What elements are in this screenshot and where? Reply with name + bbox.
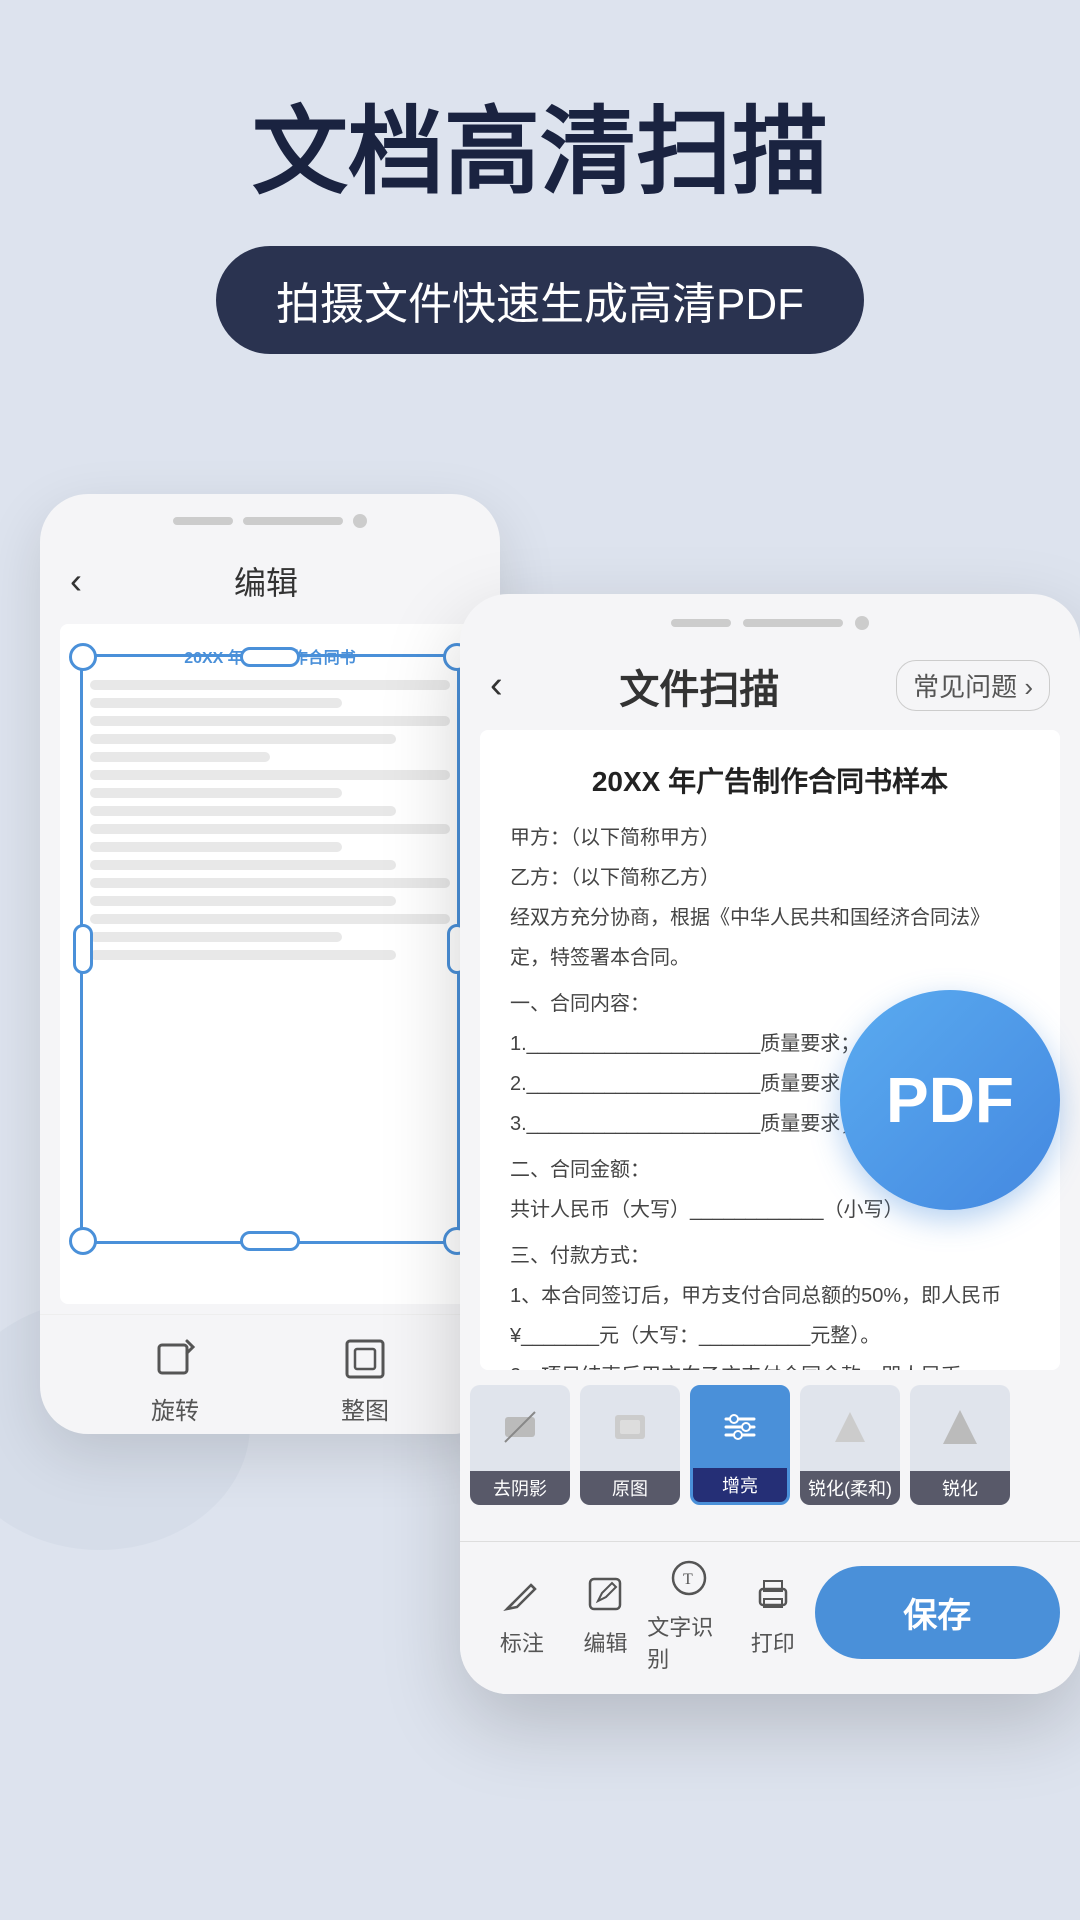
phone-notch-back xyxy=(40,494,500,548)
nav-bar-front: ‹ 文件扫描 常见问题 › xyxy=(460,652,1080,730)
notch-pill-f2 xyxy=(743,619,843,627)
edge-handle-top[interactable] xyxy=(240,647,300,667)
filter-icon-brighten xyxy=(693,1388,787,1468)
doc-line-2: 乙方：（以下简称乙方） xyxy=(510,860,1030,896)
notch-dot-front xyxy=(855,616,869,630)
bottom-tools-back: 旋转 整图 xyxy=(40,1314,500,1434)
corner-handle-bl[interactable] xyxy=(69,1227,97,1255)
ocr-icon: T xyxy=(663,1552,715,1604)
filter-strip: 去阴影 原图 xyxy=(460,1370,1080,1520)
nav-print[interactable]: 打印 xyxy=(731,1568,815,1658)
nav-edit[interactable]: 编辑 xyxy=(564,1568,648,1658)
doc-line-4: 定，特签署本合同。 xyxy=(510,940,1030,976)
svg-text:T: T xyxy=(683,1571,693,1588)
nav-annotate[interactable]: 标注 xyxy=(480,1568,564,1658)
phone-back: ‹ 编辑 20XX 年广告制作合同书 xyxy=(40,494,500,1434)
filter-icon-original xyxy=(580,1385,680,1469)
filter-icon-sharpen xyxy=(910,1385,1010,1469)
notch-dot xyxy=(353,514,367,528)
doc-line-3: 经双方充分协商，根据《中华人民共和国经济合同法》 xyxy=(510,900,1030,936)
fit-label: 整图 xyxy=(341,1391,389,1426)
filter-label-brighten: 增亮 xyxy=(693,1468,787,1502)
main-title: 文档高清扫描 xyxy=(60,100,1020,206)
doc-line-11: 三、付款方式： xyxy=(510,1238,1030,1274)
filter-icon-sharpen-soft xyxy=(800,1385,900,1469)
header: 文档高清扫描 拍摄文件快速生成高清PDF xyxy=(0,0,1080,414)
nav-print-label: 打印 xyxy=(751,1626,795,1658)
rotate-label: 旋转 xyxy=(151,1391,199,1426)
nav-bar-back: ‹ 编辑 xyxy=(40,548,500,614)
back-arrow-front[interactable]: ‹ xyxy=(490,664,503,707)
edge-handle-bottom[interactable] xyxy=(240,1231,300,1251)
filter-label-sharpen: 锐化 xyxy=(910,1471,1010,1505)
filter-remove-shadow[interactable]: 去阴影 xyxy=(470,1385,570,1505)
filter-label-remove-shadow: 去阴影 xyxy=(470,1471,570,1505)
nav-title-front: 文件扫描 xyxy=(503,657,896,715)
subtitle-badge: 拍摄文件快速生成高清PDF xyxy=(216,246,864,354)
nav-annotate-label: 标注 xyxy=(500,1626,544,1658)
bottom-nav: 标注 编辑 T 文字识别 xyxy=(460,1541,1080,1694)
nav-title-back: 编辑 xyxy=(102,558,430,604)
rotate-tool[interactable]: 旋转 xyxy=(151,1335,199,1426)
fit-tool[interactable]: 整图 xyxy=(341,1335,389,1426)
notch-pill-wide xyxy=(243,517,343,525)
print-icon xyxy=(747,1568,799,1620)
doc-preview-container: 20XX 年广告制作合同书样本 甲方：（以下简称甲方） 乙方：（以下简称乙方） … xyxy=(460,730,1080,1370)
notch-pill-f1 xyxy=(671,619,731,627)
pdf-badge: PDF xyxy=(840,990,1060,1210)
doc-preview-title: 20XX 年广告制作合同书样本 xyxy=(510,760,1030,800)
filter-original[interactable]: 原图 xyxy=(580,1385,680,1505)
filter-sharpen-soft[interactable]: 锐化(柔和) xyxy=(800,1385,900,1505)
filter-brighten[interactable]: 增亮 xyxy=(690,1385,790,1505)
edge-handle-left[interactable] xyxy=(73,924,93,974)
doc-line-12: 1、本合同签订后，甲方支付合同总额的50%，即人民币 xyxy=(510,1278,1030,1314)
phone-notch-front xyxy=(460,594,1080,652)
save-button[interactable]: 保存 xyxy=(815,1566,1060,1659)
doc-line-13: ¥_______元（大写：__________元整）。 xyxy=(510,1318,1030,1354)
doc-line-1: 甲方：（以下简称甲方） xyxy=(510,820,1030,856)
phone-front: ‹ 文件扫描 常见问题 › 20XX 年广告制作合同书样本 甲方：（以下简称甲方… xyxy=(460,594,1080,1694)
phones-container: ‹ 编辑 20XX 年广告制作合同书 xyxy=(0,434,1080,1714)
faq-button[interactable]: 常见问题 › xyxy=(896,660,1050,711)
selection-box[interactable] xyxy=(80,654,460,1244)
edit-icon xyxy=(579,1568,631,1620)
nav-ocr[interactable]: T 文字识别 xyxy=(647,1552,731,1674)
doc-line-14: 2、项目结束后甲方向乙方支付合同余款，即人民币 xyxy=(510,1358,1030,1370)
annotate-icon xyxy=(496,1568,548,1620)
corner-handle-tl[interactable] xyxy=(69,643,97,671)
filter-sharpen[interactable]: 锐化 xyxy=(910,1385,1010,1505)
notch-pill xyxy=(173,517,233,525)
doc-area-back: 20XX 年广告制作合同书 xyxy=(60,624,480,1304)
back-arrow-back[interactable]: ‹ xyxy=(70,560,82,602)
filter-label-original: 原图 xyxy=(580,1471,680,1505)
nav-ocr-label: 文字识别 xyxy=(647,1610,731,1674)
filter-icon-remove-shadow xyxy=(470,1385,570,1469)
nav-edit-label: 编辑 xyxy=(583,1626,627,1658)
filter-label-sharpen-soft: 锐化(柔和) xyxy=(800,1471,900,1505)
